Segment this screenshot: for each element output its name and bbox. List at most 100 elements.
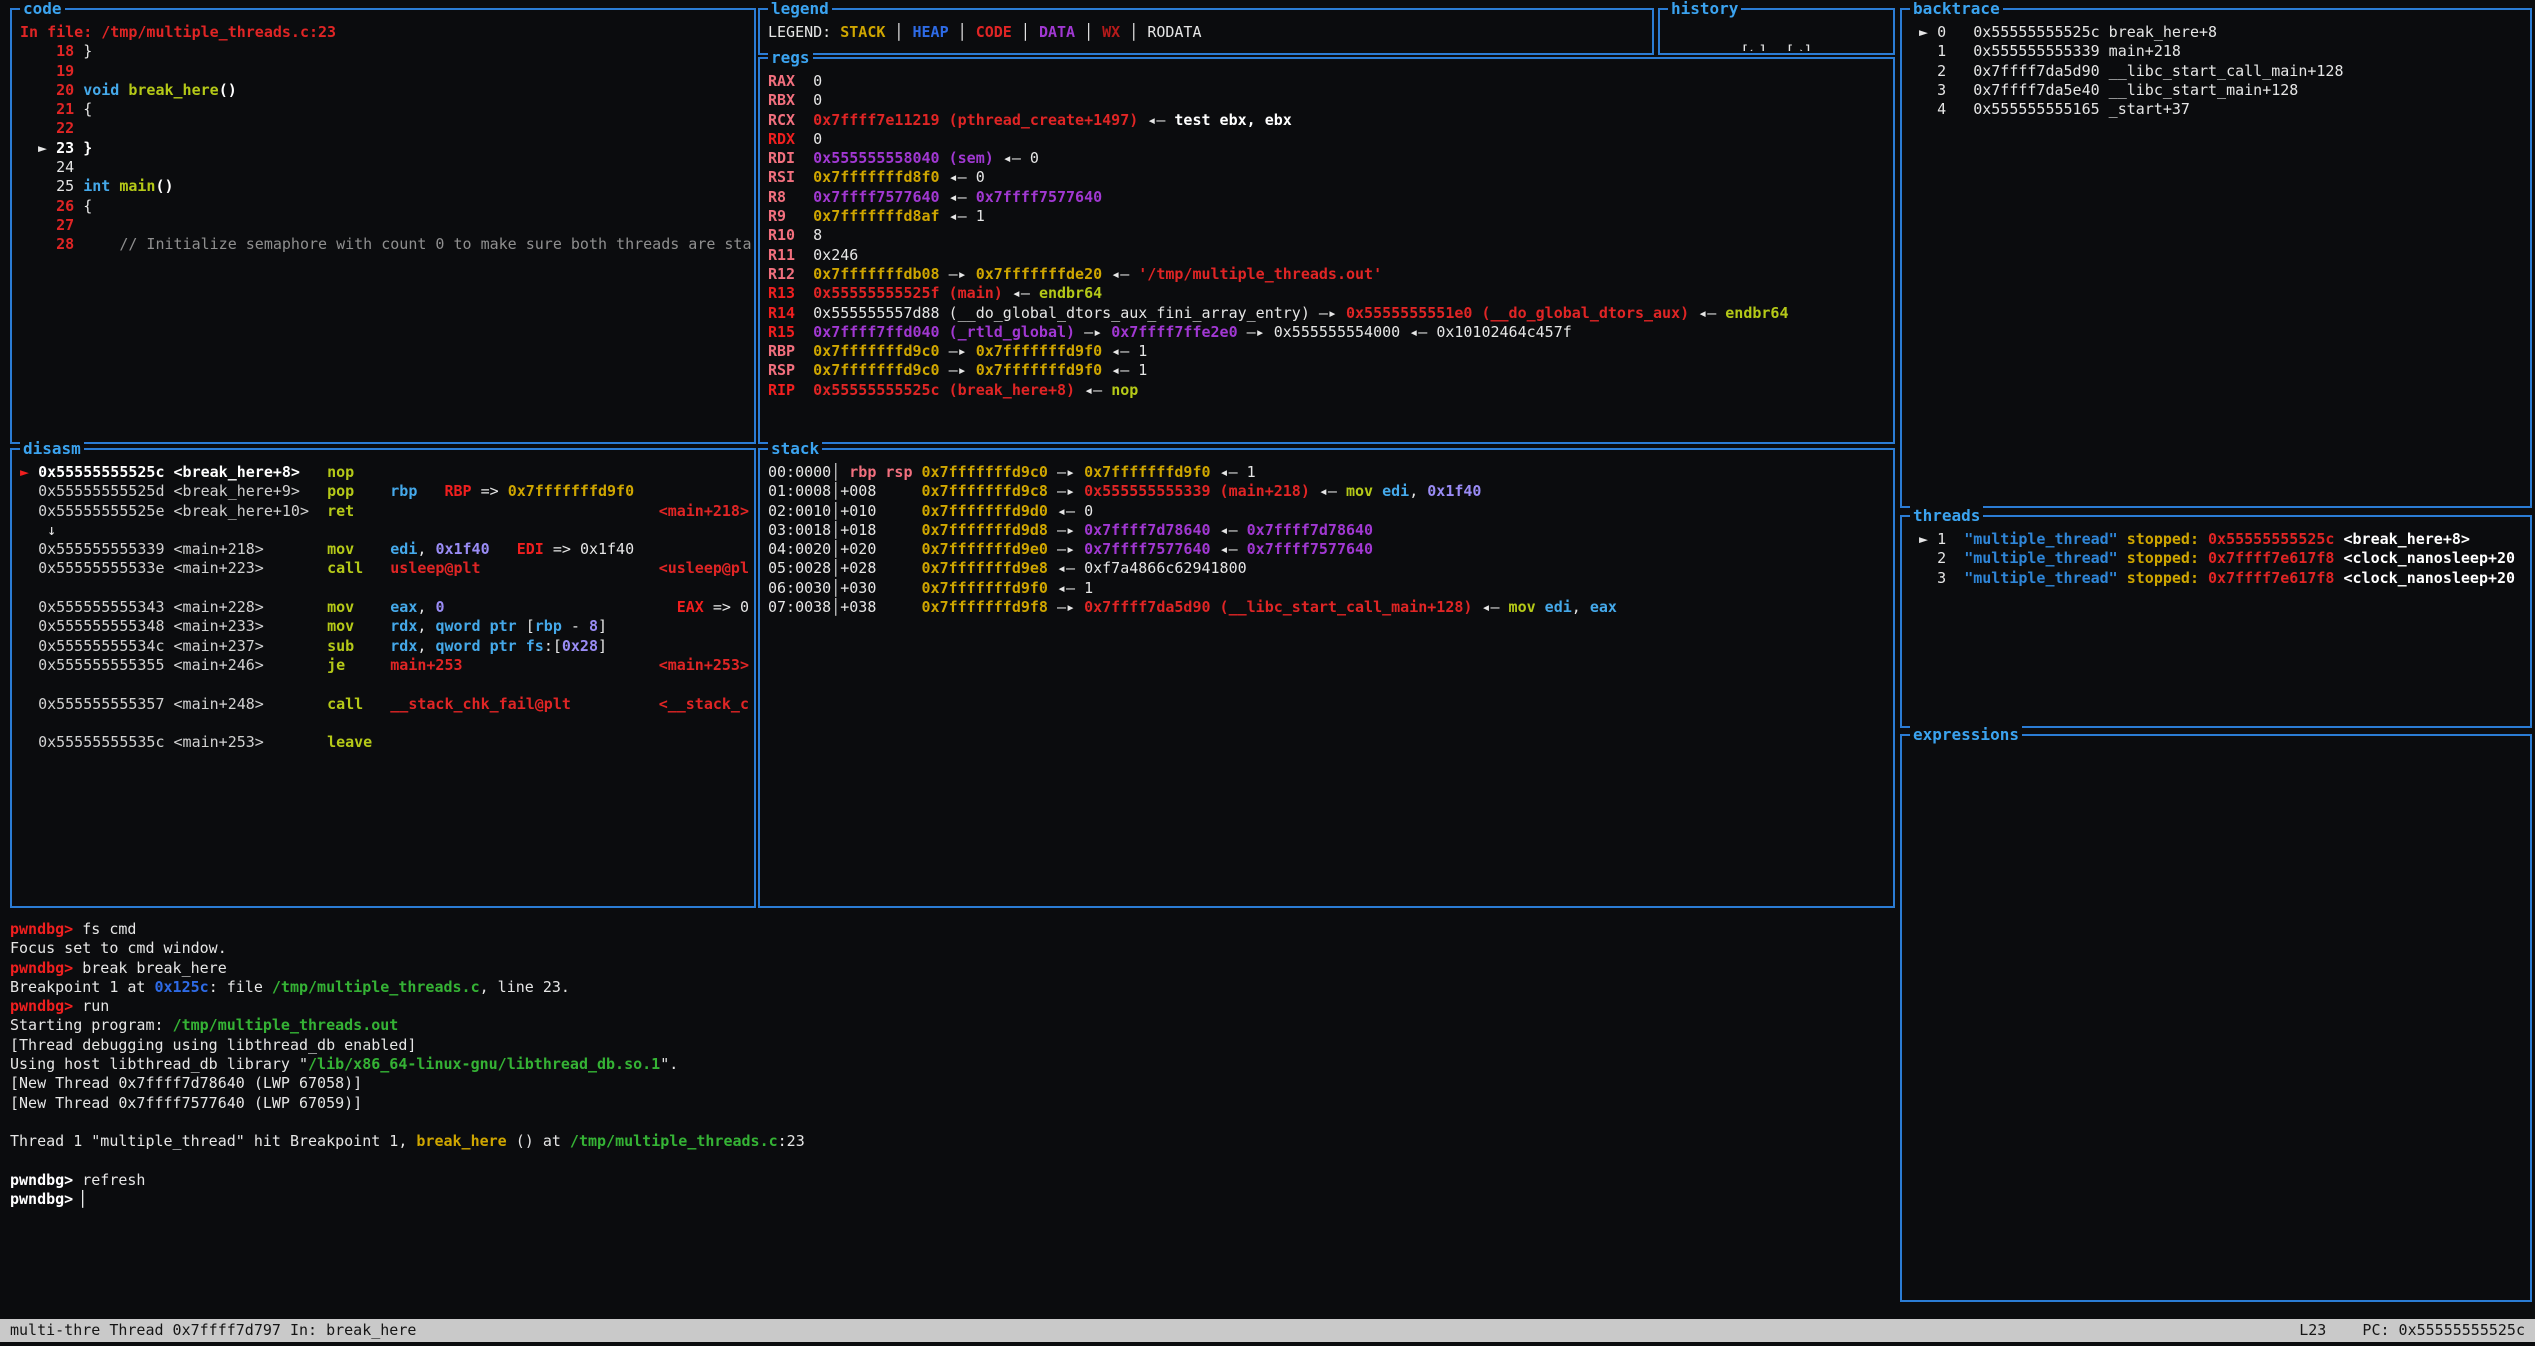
console-line: [New Thread 0x7ffff7577640 (LWP 67059)] <box>10 1094 1890 1113</box>
register-row: R12 0x7fffffffdb08 —▸ 0x7fffffffde20 ◂— … <box>768 265 1890 284</box>
threads-panel-title: threads <box>1910 506 1983 526</box>
stack-row: 04:0020│+020 0x7fffffffd9e0 —▸ 0x7ffff75… <box>768 540 1890 559</box>
stack-row: 02:0010│+010 0x7fffffffd9d0 ◂— 0 <box>768 502 1890 521</box>
register-row: RDX 0 <box>768 130 1890 149</box>
history-back-button[interactable]: [←] <box>1740 42 1767 51</box>
pwndbg-tui: code In file: /tmp/multiple_threads.c:23… <box>0 0 2535 1346</box>
code-line: In file: /tmp/multiple_threads.c:23 <box>20 23 751 42</box>
legend-panel-title: legend <box>768 0 832 19</box>
history-forward-button[interactable]: [→] <box>1785 42 1812 51</box>
console-line <box>10 1113 1890 1132</box>
thread-row: 3 "multiple_thread" stopped: 0x7ffff7e61… <box>1910 569 2527 588</box>
disasm-row: 0x55555555535c <main+253> leave <box>20 733 751 752</box>
history-buttons: [←] [→] <box>1668 23 1890 51</box>
console-line: Starting program: /tmp/multiple_threads.… <box>10 1016 1890 1035</box>
legend-line: LEGEND: STACK │ HEAP │ CODE │ DATA │ WX … <box>768 23 1649 51</box>
backtrace-lines: ► 0 0x55555555525c break_here+8 1 0x5555… <box>1910 23 2527 504</box>
console-line: pwndbg> ▏ <box>10 1190 1890 1209</box>
register-row: R8 0x7ffff7577640 ◂— 0x7ffff7577640 <box>768 188 1890 207</box>
code-panel: code In file: /tmp/multiple_threads.c:23… <box>10 8 756 444</box>
history-panel: history [←] [→] <box>1658 8 1895 55</box>
regs-panel-title: regs <box>768 48 813 68</box>
code-line: 26 { <box>20 197 751 216</box>
register-row: R13 0x55555555525f (main) ◂— endbr64 <box>768 284 1890 303</box>
register-row: RBP 0x7fffffffd9c0 —▸ 0x7fffffffd9f0 ◂— … <box>768 342 1890 361</box>
console-line: Breakpoint 1 at 0x125c: file /tmp/multip… <box>10 978 1890 997</box>
console[interactable]: pwndbg> fs cmdFocus set to cmd window. pw… <box>10 920 1890 1316</box>
disasm-panel-title: disasm <box>20 439 84 459</box>
expressions-panel: expressions <box>1900 734 2532 1302</box>
history-button-gap <box>1767 42 1785 51</box>
stack-lines: 00:0000│ rbp rsp 0x7fffffffd9c0 —▸ 0x7ff… <box>768 463 1890 904</box>
code-line: 19 <box>20 62 751 81</box>
register-row: RBX 0 <box>768 91 1890 110</box>
thread-row: ► 1 "multiple_thread" stopped: 0x5555555… <box>1910 530 2527 549</box>
code-line: 18 } <box>20 42 751 61</box>
disasm-row: 0x555555555339 <main+218> mov edi, 0x1f4… <box>20 540 751 559</box>
register-row: RSP 0x7fffffffd9c0 —▸ 0x7fffffffd9f0 ◂— … <box>768 361 1890 380</box>
status-right: L23 PC: 0x55555555525c <box>2299 1319 2525 1342</box>
register-row: RCX 0x7ffff7e11219 (pthread_create+1497)… <box>768 111 1890 130</box>
register-row: RDI 0x555555558040 (sem) ◂— 0 <box>768 149 1890 168</box>
disasm-row: 0x555555555357 <main+248> call __stack_c… <box>20 695 751 714</box>
console-line: [Thread debugging using libthread_db ena… <box>10 1036 1890 1055</box>
console-line: Thread 1 "multiple_thread" hit Breakpoin… <box>10 1132 1890 1151</box>
disasm-panel: disasm ► 0x55555555525c <break_here+8> n… <box>10 448 756 908</box>
history-panel-title: history <box>1668 0 1741 19</box>
expressions-lines <box>1910 749 2527 1298</box>
status-bar: multi-thre Thread 0x7ffff7d797 In: break… <box>0 1319 2535 1342</box>
console-lines: pwndbg> fs cmdFocus set to cmd window. pw… <box>10 920 1890 1209</box>
legend-line: LEGEND: STACK │ HEAP │ CODE │ DATA │ WX … <box>768 23 1649 42</box>
disasm-row: 0x55555555525e <break_here+10> ret<main+… <box>20 502 751 521</box>
stack-row: 05:0028│+028 0x7fffffffd9e8 ◂— 0xf7a4866… <box>768 559 1890 578</box>
disasm-row: ► 0x55555555525c <break_here+8> nop <box>20 463 751 482</box>
register-row: R15 0x7ffff7ffd040 (_rtld_global) —▸ 0x7… <box>768 323 1890 342</box>
stack-row: 01:0008│+008 0x7fffffffd9c8 —▸ 0x5555555… <box>768 482 1890 501</box>
backtrace-panel-title: backtrace <box>1910 0 2003 19</box>
backtrace-frame-row: 4 0x555555555165 _start+37 <box>1910 100 2527 119</box>
code-lines: In file: /tmp/multiple_threads.c:23 18 }… <box>20 23 751 440</box>
register-row: R14 0x555555557d88 (__do_global_dtors_au… <box>768 304 1890 323</box>
code-line: 28 // Initialize semaphore with count 0 … <box>20 235 751 254</box>
disasm-row-right-annotation: <main+218> <box>659 502 749 521</box>
disasm-row-right-annotation: <main+253> <box>659 656 749 675</box>
register-row: R9 0x7fffffffd8af ◂— 1 <box>768 207 1890 226</box>
stack-panel: stack 00:0000│ rbp rsp 0x7fffffffd9c0 —▸… <box>758 448 1895 908</box>
backtrace-frame-row: 1 0x555555555339 main+218 <box>1910 42 2527 61</box>
register-row: RIP 0x55555555525c (break_here+8) ◂— nop <box>768 381 1890 400</box>
thread-row: 2 "multiple_thread" stopped: 0x7ffff7e61… <box>1910 549 2527 568</box>
legend-panel: legend LEGEND: STACK │ HEAP │ CODE │ DAT… <box>758 8 1654 55</box>
disasm-row <box>20 675 751 694</box>
console-line: pwndbg> run <box>10 997 1890 1016</box>
code-panel-title: code <box>20 0 65 19</box>
stack-row: 07:0038│+038 0x7fffffffd9f8 —▸ 0x7ffff7d… <box>768 598 1890 617</box>
code-line: ► 23 } <box>20 139 751 158</box>
disasm-row: 0x555555555348 <main+233> mov rdx, qword… <box>20 617 751 636</box>
disasm-row: 0x55555555525d <break_here+9> pop rbp RB… <box>20 482 751 501</box>
disasm-lines: ► 0x55555555525c <break_here+8> nop 0x55… <box>20 463 751 904</box>
regs-panel: regs RAX 0RBX 0RCX 0x7ffff7e11219 (pthre… <box>758 57 1895 444</box>
console-line: [New Thread 0x7ffff7d78640 (LWP 67058)] <box>10 1074 1890 1093</box>
disasm-row-right-annotation: <usleep@pl <box>659 559 749 578</box>
register-row: R11 0x246 <box>768 246 1890 265</box>
console-line: Focus set to cmd window. <box>10 939 1890 958</box>
disasm-row <box>20 579 751 598</box>
code-line: 22 <box>20 119 751 138</box>
console-line: pwndbg> fs cmd <box>10 920 1890 939</box>
disasm-row <box>20 714 751 733</box>
stack-row: 03:0018│+018 0x7fffffffd9d8 —▸ 0x7ffff7d… <box>768 521 1890 540</box>
disasm-row-right-annotation: EAX => 0 <box>677 598 749 617</box>
stack-panel-title: stack <box>768 439 822 459</box>
regs-lines: RAX 0RBX 0RCX 0x7ffff7e11219 (pthread_cr… <box>768 72 1890 440</box>
expressions-panel-title: expressions <box>1910 725 2022 745</box>
threads-panel: threads ► 1 "multiple_thread" stopped: 0… <box>1900 515 2532 728</box>
disasm-row-right-annotation: <__stack_c <box>659 695 749 714</box>
register-row: R10 8 <box>768 226 1890 245</box>
backtrace-frame-row: 2 0x7ffff7da5d90 __libc_start_call_main+… <box>1910 62 2527 81</box>
code-line: 25 int main() <box>20 177 751 196</box>
register-row: RAX 0 <box>768 72 1890 91</box>
stack-row: 06:0030│+030 0x7fffffffd9f0 ◂— 1 <box>768 579 1890 598</box>
backtrace-panel: backtrace ► 0 0x55555555525c break_here+… <box>1900 8 2532 508</box>
disasm-row: 0x55555555534c <main+237> sub rdx, qword… <box>20 637 751 656</box>
threads-lines: ► 1 "multiple_thread" stopped: 0x5555555… <box>1910 530 2527 724</box>
